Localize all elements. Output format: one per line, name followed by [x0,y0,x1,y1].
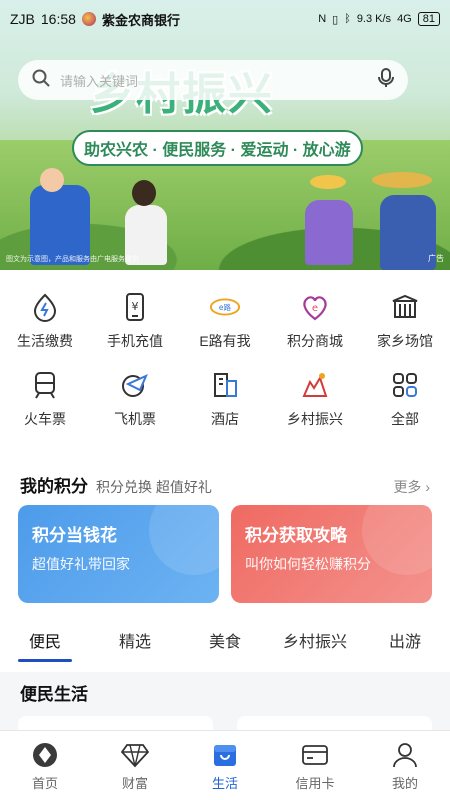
home-icon [31,741,59,769]
svg-text:e路: e路 [219,302,232,312]
microphone-icon[interactable] [378,67,394,93]
banner-person-hat [372,172,432,188]
network-type: 4G [397,13,412,25]
service-flight-ticket[interactable]: 飞机票 [90,363,180,441]
flight-ticket-icon [119,369,151,401]
points-spend-card[interactable]: 积分当钱花 超值好礼带回家 [18,505,219,603]
tab-featured[interactable]: 精选 [90,620,180,660]
service-points-mall[interactable]: e 积分商城 [270,285,360,363]
nav-life[interactable]: 生活 [180,731,270,800]
nav-profile[interactable]: 我的 [360,731,450,800]
service-phone-recharge[interactable]: ¥ 手机充值 [90,285,180,363]
points-header: 我的积分 积分兑换 超值好礼 更多 › [20,472,430,497]
bluetooth-icon: ᛒ [344,13,351,25]
tab-food[interactable]: 美食 [180,620,270,660]
nav-credit-card[interactable]: 信用卡 [270,731,360,800]
diamond-icon [121,741,149,769]
points-title: 我的积分 [20,477,88,496]
service-hotel[interactable]: 酒店 [180,363,270,441]
vibrate-icon: ▯ [332,13,339,26]
service-all[interactable]: 全部 [360,363,450,441]
shop-icon [211,741,239,769]
status-left-text: ZJB [10,11,35,27]
category-tabs: 便民 精选 美食 乡村振兴 出游 [0,620,450,662]
bottom-nav: 首页 财富 生活 信用卡 我的 [0,730,450,800]
nfc-icon: N [318,13,327,25]
banner-disclaimer: 图文为示意图，产品和服务由广电服务提供 [6,256,139,263]
points-earn-card[interactable]: 积分获取攻略 叫你如何轻松赚积分 [231,505,432,603]
battery-level: 81 [417,12,440,26]
service-hometown-venue[interactable]: 家乡场馆 [360,285,450,363]
e-road-icon: e路 [209,291,241,323]
service-utility-payment[interactable]: 生活缴费 [0,285,90,363]
points-mall-icon: e [299,291,331,323]
service-train-ticket[interactable]: 火车票 [0,363,90,441]
hometown-venue-icon [389,291,421,323]
banner-person-illustration [305,200,353,265]
points-cards: 积分当钱花 超值好礼带回家 积分获取攻略 叫你如何轻松赚积分 [18,505,432,603]
utility-payment-icon [29,291,61,323]
tab-travel[interactable]: 出游 [360,620,450,660]
nav-home[interactable]: 首页 [0,731,90,800]
bank-logo-icon [81,12,96,26]
svg-text:e: e [312,303,318,314]
service-grid: 生活缴费 ¥ 手机充值 e路 E路有我 e 积分商城 家乡场馆 火车票 飞机票 … [0,285,450,441]
ad-tag: 广告 [428,254,444,263]
banner-person-head [132,180,156,206]
all-services-icon [389,369,421,401]
convenience-section: 便民生活 [0,672,450,736]
network-speed: 9.3 K/s [356,13,392,25]
card-subtitle: 叫你如何轻松赚积分 [245,556,371,572]
train-ticket-icon [29,369,61,401]
card-subtitle: 超值好礼带回家 [32,556,130,572]
section-title: 便民生活 [20,685,88,704]
service-e-road[interactable]: e路 E路有我 [180,285,270,363]
credit-card-icon [301,741,329,769]
points-subtitle: 积分兑换 超值好礼 [96,479,212,495]
phone-recharge-icon: ¥ [119,291,151,323]
tab-convenience[interactable]: 便民 [0,620,90,662]
banner-person-hat [310,175,346,189]
bank-name: 紫金农商银行 [101,12,180,28]
service-rural-revitalization[interactable]: 乡村振兴 [270,363,360,441]
chevron-right-icon: › [425,479,430,495]
search-placeholder: 请输入关键词 [60,73,139,89]
points-more-link[interactable]: 更多 › [393,477,430,497]
search-bar[interactable]: 请输入关键词 [18,60,408,100]
hotel-icon [209,369,241,401]
banner-person-illustration [30,185,90,265]
banner-person-head [40,168,64,192]
tab-rural[interactable]: 乡村振兴 [270,620,360,660]
promo-banner[interactable]: 乡村振兴 助农兴农 · 便民服务 · 爱运动 · 放心游 请输入关键词 图文为示… [0,0,450,270]
status-bar: ZJB 16:58 紫金农商银行 N ▯ ᛒ 9.3 K/s 4G 81 [10,6,440,32]
status-time: 16:58 [40,11,76,27]
search-icon [32,69,50,92]
rural-revitalization-icon [299,369,331,401]
banner-subline: 助农兴农 · 便民服务 · 爱运动 · 放心游 [72,130,363,166]
profile-icon [391,741,419,769]
svg-text:¥: ¥ [132,300,139,313]
nav-wealth[interactable]: 财富 [90,731,180,800]
